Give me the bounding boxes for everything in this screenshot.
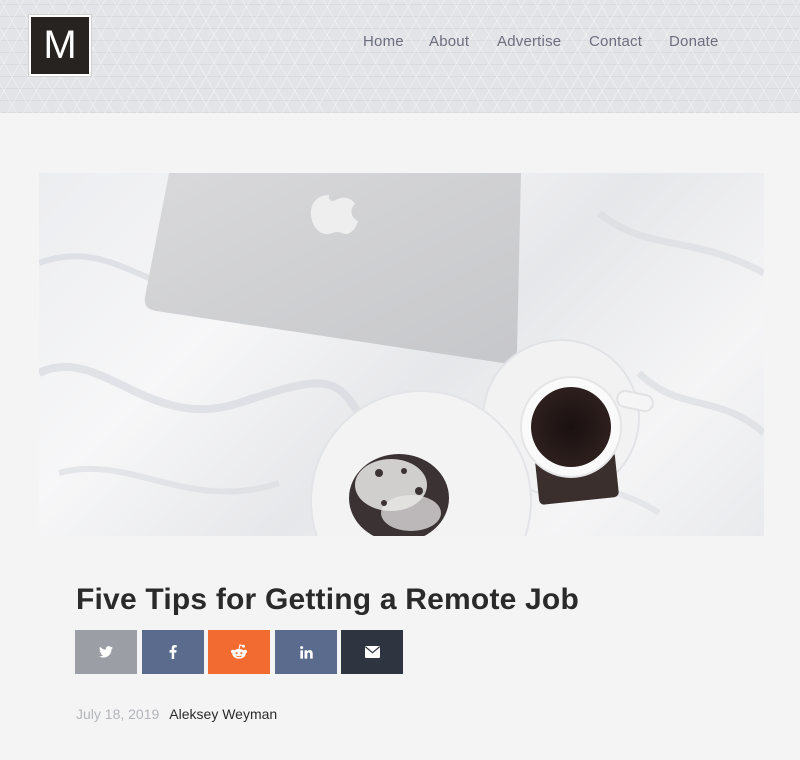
nav-advertise[interactable]: Advertise (497, 33, 561, 50)
envelope-icon (364, 646, 380, 658)
nav-donate[interactable]: Donate (669, 33, 719, 50)
site-header: M Home About Advertise Contact Donate (0, 0, 800, 113)
share-linkedin-button[interactable] (275, 630, 337, 674)
twitter-icon (99, 646, 113, 658)
author-link[interactable]: Aleksey Weyman (169, 706, 277, 722)
post-date: July 18, 2019 (76, 706, 160, 722)
nav-contact[interactable]: Contact (589, 33, 642, 50)
reddit-icon (231, 644, 247, 659)
article-meta: July 18, 2019 Aleksey Weyman (76, 706, 277, 722)
linkedin-icon (299, 645, 313, 659)
nav-about[interactable]: About (429, 33, 469, 50)
share-email-button[interactable] (341, 630, 403, 674)
share-twitter-button[interactable] (75, 630, 137, 674)
main-nav: Home About Advertise Contact Donate (0, 33, 800, 53)
nav-home[interactable]: Home (363, 33, 404, 50)
article-title: Five Tips for Getting a Remote Job (76, 583, 579, 616)
share-reddit-button[interactable] (208, 630, 270, 674)
hero-image (39, 173, 764, 536)
share-facebook-button[interactable] (142, 630, 204, 674)
facebook-icon (169, 645, 177, 659)
